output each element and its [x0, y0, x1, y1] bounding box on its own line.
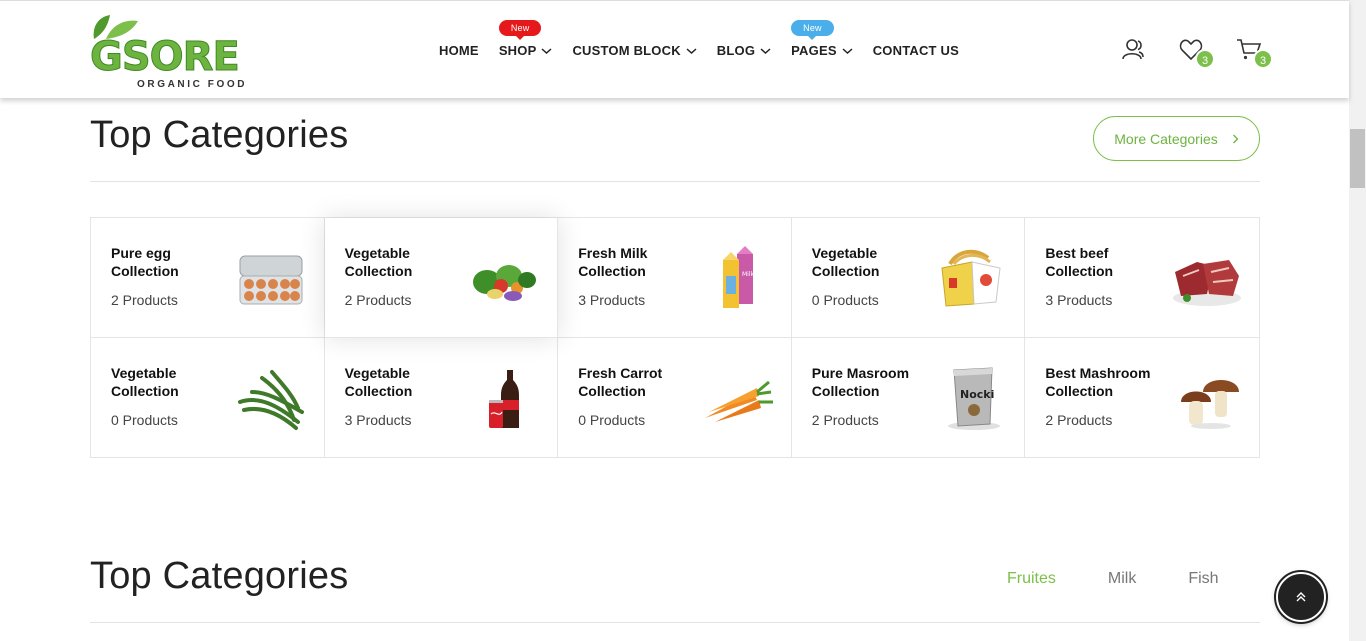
- divider: [90, 181, 1260, 182]
- site-header: GSORE ORGANIC FOOD HOME New SHOP CUSTOM …: [0, 0, 1349, 98]
- cart-count: 3: [1253, 49, 1273, 69]
- section-title: Top Categories: [90, 114, 349, 156]
- category-tabs: Fruites Milk Fish: [1007, 570, 1219, 588]
- user-icon[interactable]: [1121, 37, 1147, 63]
- eggs-image: [239, 255, 303, 305]
- category-title: Vegetable Collection: [811, 245, 880, 279]
- chevron-down-icon: [541, 47, 552, 54]
- brand-logo[interactable]: GSORE ORGANIC FOOD: [90, 13, 250, 91]
- category-card[interactable]: Vegetable Collection 0 Products: [791, 218, 1026, 338]
- vegetables-image: [473, 265, 537, 301]
- category-title: Pure Masroom Collection: [811, 364, 910, 399]
- tab-fish[interactable]: Fish: [1188, 570, 1218, 588]
- category-card[interactable]: Pure Masroom Collection 2 Products Nocki: [791, 337, 1026, 457]
- category-title: Best beef Collection: [1045, 245, 1114, 279]
- nav-label: SHOP: [498, 43, 537, 58]
- more-categories-button[interactable]: More Categories: [1093, 116, 1260, 161]
- nav-label: CUSTOM BLOCK: [572, 43, 681, 58]
- brand-name: GSORE: [90, 34, 241, 80]
- scrollbar-thumb[interactable]: [1350, 129, 1365, 188]
- category-count: 3 Products: [344, 411, 412, 428]
- nav-item-home[interactable]: HOME: [439, 43, 479, 58]
- brand-tagline: ORGANIC FOOD: [137, 79, 248, 90]
- category-title: Vegetable Collection: [344, 364, 413, 399]
- double-chevron-up-icon: [1296, 592, 1306, 602]
- category-title: Vegetable Collection: [344, 245, 413, 279]
- category-card[interactable]: Vegetable Collection 2 Products: [324, 218, 559, 338]
- category-count: 0 Products: [811, 292, 879, 308]
- section-title-2: Top Categories: [90, 555, 349, 597]
- category-count: 0 Products: [578, 411, 646, 428]
- category-count: 2 Products: [344, 292, 412, 308]
- carrots-image: [704, 380, 773, 422]
- more-categories-label: More Categories: [1114, 130, 1218, 147]
- nav-item-pages[interactable]: New PAGES: [791, 20, 853, 58]
- category-card[interactable]: Fresh Milk Collection 3 Products Milk: [558, 218, 792, 338]
- chevron-down-icon: [760, 47, 771, 54]
- category-card[interactable]: Best Mashroom Collection 2 Products: [1025, 337, 1259, 457]
- new-badge: New: [791, 20, 834, 40]
- category-card[interactable]: Pure egg Collection 2 Products: [91, 218, 325, 338]
- main-nav: HOME New SHOP CUSTOM BLOCK BLOG New PAGE…: [439, 20, 979, 58]
- chips-bag-image: Nocki: [948, 366, 1001, 430]
- tab-milk[interactable]: Milk: [1108, 570, 1136, 588]
- chevron-right-icon: [1232, 134, 1239, 143]
- category-count: 2 Products: [111, 292, 178, 308]
- page-scrollbar[interactable]: [1349, 0, 1366, 641]
- category-card[interactable]: Fresh Carrot Collection 0 Products: [558, 337, 792, 457]
- cola-image: [489, 369, 520, 428]
- category-title: Best Mashroom Collection: [1045, 364, 1151, 399]
- category-title: Fresh Carrot Collection: [578, 364, 663, 399]
- category-card[interactable]: Vegetable Collection 3 Products: [324, 337, 559, 457]
- tab-fruites[interactable]: Fruites: [1007, 570, 1056, 588]
- category-count: 0 Products: [111, 411, 178, 428]
- new-badge: New: [498, 20, 542, 40]
- nav-label: PAGES: [791, 43, 837, 58]
- category-count: 2 Products: [811, 411, 879, 428]
- category-count: 3 Products: [578, 292, 646, 308]
- milk-cartons-image: Milk: [722, 246, 755, 308]
- nav-label: BLOG: [716, 43, 756, 58]
- scroll-to-top-button[interactable]: [1276, 572, 1326, 622]
- category-title: Pure egg Collection: [111, 245, 179, 279]
- category-card[interactable]: Vegetable Collection 0 Products: [91, 337, 325, 457]
- divider: [90, 622, 1260, 623]
- category-title: Vegetable Collection: [111, 364, 179, 399]
- nav-item-custom-block[interactable]: CUSTOM BLOCK: [572, 43, 697, 58]
- category-title: Fresh Milk Collection: [578, 245, 648, 279]
- chevron-down-icon: [842, 47, 853, 54]
- chevron-down-icon: [686, 47, 697, 54]
- nav-label: CONTACT US: [872, 43, 959, 58]
- category-count: 3 Products: [1045, 292, 1113, 308]
- category-card[interactable]: Best beef Collection 3 Products: [1025, 218, 1259, 338]
- nav-item-blog[interactable]: BLOG: [717, 43, 771, 58]
- svg-text:Nocki: Nocki: [960, 388, 994, 401]
- svg-text:Milk: Milk: [742, 271, 755, 278]
- noodle-box-image: [941, 249, 1001, 307]
- beef-image: [1173, 260, 1241, 306]
- nav-item-contact-us[interactable]: CONTACT US: [873, 43, 959, 58]
- category-count: 2 Products: [1045, 411, 1113, 428]
- category-grid: Pure egg Collection 2 Products Vegetable…: [90, 217, 1260, 458]
- nav-item-shop[interactable]: New SHOP: [498, 20, 553, 58]
- nav-label: HOME: [439, 43, 479, 58]
- green-beans-image: [237, 369, 304, 430]
- wishlist-count: 3: [1195, 49, 1215, 69]
- mushrooms-image: [1181, 379, 1239, 429]
